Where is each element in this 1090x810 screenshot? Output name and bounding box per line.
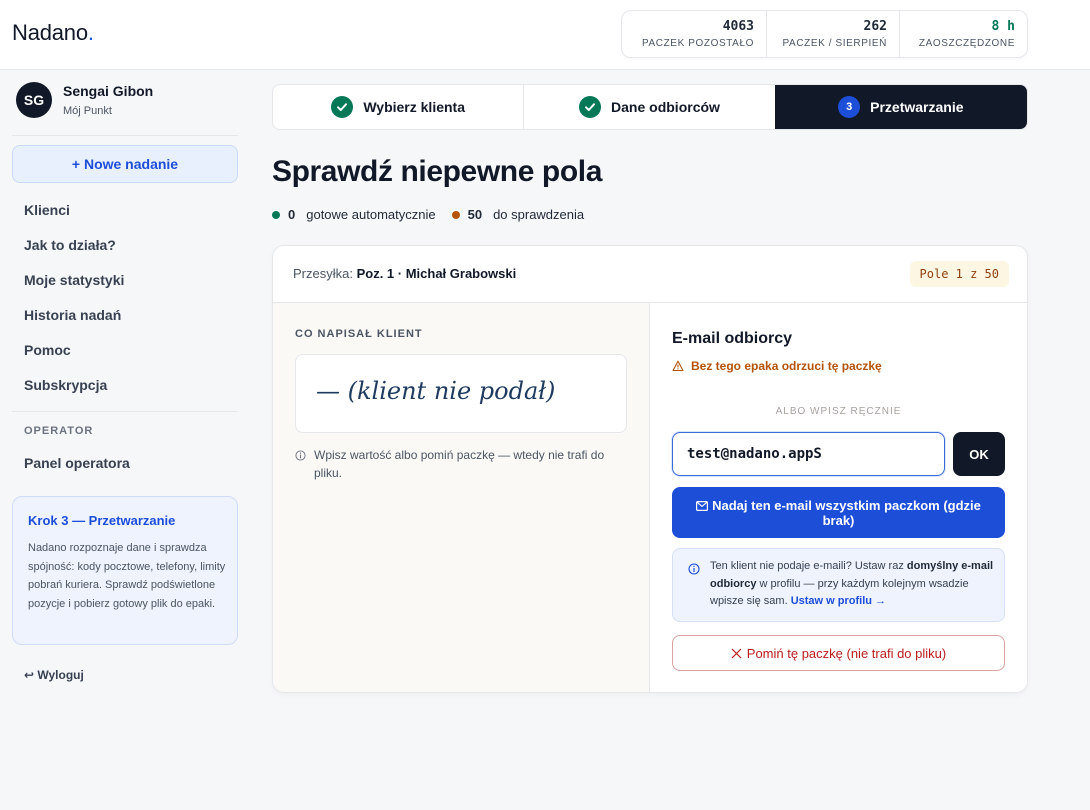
stat-label: ZAOSZCZĘDZONE	[918, 38, 1015, 49]
step-label: Przetwarzanie	[870, 99, 964, 115]
shipment-value: Poz. 1 · Michał Grabowski	[356, 266, 517, 281]
close-icon	[731, 648, 742, 658]
auto-label: gotowe automatycznie	[306, 207, 436, 222]
manual-entry-label: ALBO WPISZ RĘCZNIE	[775, 406, 902, 417]
sidebar-item-stats[interactable]: Moje statystyki	[24, 272, 124, 288]
step-recipient-data[interactable]: Dane odbiorców	[524, 85, 774, 129]
step-number: 3	[838, 96, 861, 118]
operator-section-label: OPERATOR	[24, 425, 94, 437]
set-in-profile-link[interactable]: Ustaw w profilu →	[791, 595, 886, 607]
page-title: Sprawdź niepewne pola	[272, 155, 602, 188]
status-dot-icon	[272, 210, 280, 219]
stat-label: PACZEK / SIERPIEŃ	[782, 38, 887, 49]
sidebar-item-subscription[interactable]: Subskrypcja	[24, 377, 107, 393]
client-hint-text: Wpisz wartość albo pomiń paczkę — wtedy …	[314, 448, 605, 480]
stat-saved: 8 h ZAOSZCZĘDZONE	[900, 11, 1027, 57]
wizard-stepper: Wybierz klienta Dane odbiorców 3 Przetwa…	[272, 84, 1028, 130]
warning-icon	[672, 360, 684, 372]
status-dot-icon	[451, 210, 460, 219]
mail-icon	[696, 501, 709, 512]
sidebar-item-how-it-works[interactable]: Jak to działa?	[24, 237, 116, 253]
apply-email-to-all-button[interactable]: Nadaj ten e-mail wszystkim paczkom (gdzi…	[672, 487, 1005, 538]
top-bar: Nadano. 4063 PACZEK POZOSTAŁO 262 PACZEK…	[0, 0, 1090, 70]
sidebar-item-help[interactable]: Pomoc	[24, 342, 71, 358]
ok-button[interactable]: OK	[953, 432, 1005, 476]
stat-value: 4063	[722, 19, 754, 34]
step-info-title: Krok 3 — Przetwarzanie	[28, 513, 176, 528]
stat-value: 262	[863, 19, 887, 34]
card-header: Przesyłka: Poz. 1 · Michał Grabowski Pol…	[273, 246, 1027, 303]
step-processing[interactable]: 3 Przetwarzanie	[774, 85, 1027, 129]
check-icon	[331, 96, 354, 118]
new-shipment-button[interactable]: + Nowe nadanie	[12, 145, 238, 183]
check-label: do sprawdzenia	[493, 207, 585, 222]
user-name: Sengai Gibon	[63, 83, 154, 99]
sidebar-item-history[interactable]: Historia nadań	[24, 307, 121, 323]
step-label: Wybierz klienta	[363, 99, 465, 115]
field-title: E-mail odbiorcy	[672, 330, 793, 347]
info-icon	[295, 448, 306, 466]
skip-label: Pomiń tę paczkę (nie trafi do pliku)	[746, 645, 947, 661]
step-label: Dane odbiorców	[611, 99, 720, 115]
avatar: SG	[16, 82, 52, 118]
sidebar-item-operator-panel[interactable]: Panel operatora	[24, 455, 130, 471]
default-email-tip: Ten klient nie podaje e-maili? Ustaw raz…	[672, 548, 1005, 622]
stat-label: PACZEK POZOSTAŁO	[641, 38, 754, 49]
apply-email-label: Nadaj ten e-mail wszystkim paczkom (gdzi…	[712, 498, 981, 528]
sidebar-divider	[12, 411, 238, 412]
status-counts: 0 gotowe automatycznie 50 do sprawdzenia	[272, 207, 584, 222]
tip-text: Ten klient nie podaje e-maili? Ustaw raz…	[710, 558, 994, 611]
field-warning: Bez tego epaka odrzuci tę paczkę	[672, 359, 882, 373]
stat-value: 8 h	[991, 19, 1015, 34]
tip-pre: Ten klient nie podaje e-maili? Ustaw raz	[710, 560, 907, 572]
info-icon	[688, 562, 700, 580]
logo-text: Nadano	[12, 20, 88, 45]
step-info-card: Krok 3 — Przetwarzanie Nadano rozpoznaje…	[12, 496, 238, 645]
step-info-text: Nadano rozpoznaje dane i sprawdza spójno…	[28, 542, 226, 611]
auto-count: 0	[288, 207, 296, 222]
stat-remaining: 4063 PACZEK POZOSTAŁO	[622, 11, 767, 57]
logout-link[interactable]: ↩ Wyloguj	[24, 668, 84, 682]
skip-package-button[interactable]: Pomiń tę paczkę (nie trafi do pliku)	[672, 635, 1005, 671]
shipment-prefix: Przesyłka:	[293, 266, 353, 281]
sidebar-divider	[12, 135, 238, 136]
logo-dot: .	[87, 20, 94, 45]
check-icon	[579, 96, 602, 118]
shipment-info: Przesyłka: Poz. 1 · Michał Grabowski	[293, 266, 516, 281]
check-count: 50	[467, 207, 483, 222]
stat-monthly: 262 PACZEK / SIERPIEŃ	[767, 11, 900, 57]
sidebar-item-clients[interactable]: Klienci	[24, 202, 70, 218]
email-input[interactable]	[672, 432, 945, 476]
client-input-pane: CO NAPISAŁ KLIENT — (klient nie podał) W…	[273, 303, 650, 692]
user-role: Mój Punkt	[63, 105, 112, 117]
correction-pane: E-mail odbiorcy Bez tego epaka odrzuci t…	[650, 303, 1027, 692]
client-value-box: — (klient nie podał)	[295, 354, 627, 433]
client-value: — (klient nie podał)	[316, 377, 556, 405]
client-hint: Wpisz wartość albo pomiń paczkę — wtedy …	[295, 446, 625, 482]
client-input-label: CO NAPISAŁ KLIENT	[295, 328, 423, 340]
warning-text: Bez tego epaka odrzuci tę paczkę	[691, 359, 882, 373]
app-logo[interactable]: Nadano.	[12, 20, 94, 46]
field-counter-badge: Pole 1 z 50	[909, 261, 1009, 287]
step-choose-client[interactable]: Wybierz klienta	[273, 85, 525, 129]
review-card: Przesyłka: Poz. 1 · Michał Grabowski Pol…	[272, 245, 1028, 693]
stats-panel: 4063 PACZEK POZOSTAŁO 262 PACZEK / SIERP…	[621, 10, 1028, 58]
